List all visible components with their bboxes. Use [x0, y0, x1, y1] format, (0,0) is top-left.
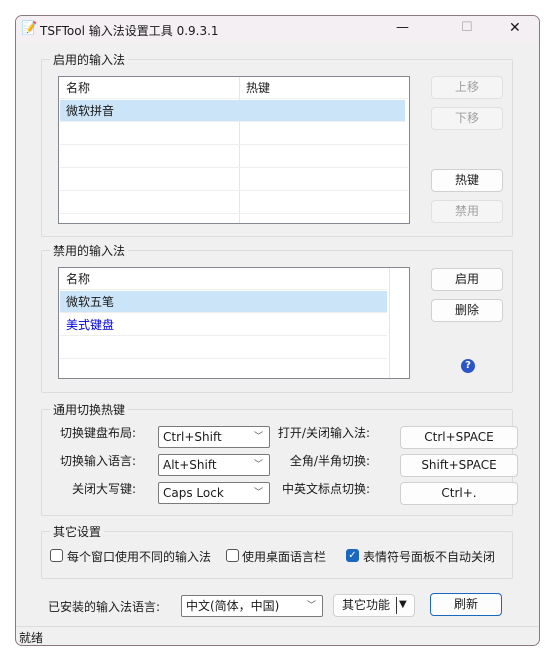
close-button[interactable]: ✕: [509, 20, 521, 36]
switch-language-select[interactable]: Alt+Shift ﹀: [158, 454, 270, 476]
switch-layout-select[interactable]: Ctrl+Shift ﹀: [158, 426, 270, 448]
emoji-panel-label[interactable]: 表情符号面板不自动关闭: [363, 548, 495, 565]
main-window: 📝 TSFTool 输入法设置工具 0.9.3.1 — ☐ ✕ 启用的输入法 名…: [15, 15, 540, 646]
other-group-legend: 其它设置: [50, 523, 105, 540]
disabled-group-legend: 禁用的输入法: [50, 242, 129, 259]
list-header: 名称: [60, 268, 387, 290]
toggle-ime-hotkey-button[interactable]: Ctrl+SPACE: [400, 426, 518, 449]
more-functions-button[interactable]: 其它功能 ▼: [333, 594, 415, 617]
punctuation-label: 中英文标点切换:: [281, 482, 370, 496]
other-settings-group: 其它设置 每个窗口使用不同的输入法 使用桌面语言栏 ✓ 表情符号面板不自动关闭: [41, 523, 513, 579]
maximize-button[interactable]: ☐: [461, 20, 473, 35]
title-bar: 📝 TSFTool 输入法设置工具 0.9.3.1 — ☐ ✕: [16, 16, 539, 43]
move-up-button[interactable]: 上移: [431, 76, 503, 99]
desktop-langbar-checkbox[interactable]: [226, 549, 239, 562]
disabled-ime-list[interactable]: 名称 微软五笔 美式键盘: [58, 267, 410, 379]
column-hotkey[interactable]: 热键: [246, 77, 270, 99]
installed-language-label: 已安装的输入法语言:: [48, 600, 161, 614]
hotkey-group-legend: 通用切换热键: [50, 401, 129, 418]
column-name[interactable]: 名称: [66, 272, 90, 286]
list-header: 名称 热键: [60, 77, 408, 99]
caps-off-label: 关闭大写键:: [71, 482, 136, 496]
installed-language-select[interactable]: 中文(简体，中国) ﹀: [181, 595, 323, 617]
help-icon[interactable]: ?: [461, 359, 475, 373]
switch-language-label: 切换输入语言:: [59, 454, 136, 468]
chevron-down-icon: ﹀: [253, 432, 263, 442]
full-half-hotkey-button[interactable]: Shift+SPACE: [400, 454, 518, 477]
enabled-ime-group: 启用的输入法 名称 热键 微软拼音 上移 下移 热键 禁用: [41, 51, 513, 237]
app-icon: 📝: [21, 21, 38, 36]
hotkey-group: 通用切换热键 切换键盘布局: Ctrl+Shift ﹀ 切换输入语言: Alt+S…: [41, 401, 518, 516]
switch-layout-label: 切换键盘布局:: [59, 426, 136, 440]
per-window-ime-label[interactable]: 每个窗口使用不同的输入法: [67, 548, 211, 565]
move-down-button[interactable]: 下移: [431, 107, 503, 130]
dropdown-arrow-icon: ▼: [396, 597, 407, 614]
list-item[interactable]: 美式键盘: [60, 314, 387, 336]
disabled-ime-group: 禁用的输入法 名称 微软五笔 美式键盘 启用 删除 ?: [41, 242, 513, 393]
punctuation-hotkey-button[interactable]: Ctrl+.: [400, 482, 518, 505]
chevron-down-icon: ﹀: [253, 460, 263, 470]
chevron-down-icon: ﹀: [306, 601, 316, 611]
window-title: TSFTool 输入法设置工具 0.9.3.1: [40, 24, 219, 38]
minimize-button[interactable]: —: [396, 20, 409, 35]
enabled-group-legend: 启用的输入法: [50, 51, 129, 68]
refresh-button[interactable]: 刷新: [430, 593, 502, 616]
per-window-ime-checkbox[interactable]: [50, 549, 63, 562]
chevron-down-icon: ﹀: [253, 488, 263, 498]
list-item[interactable]: 微软拼音: [60, 100, 405, 122]
disable-button[interactable]: 禁用: [431, 200, 503, 223]
desktop-langbar-label[interactable]: 使用桌面语言栏: [242, 548, 326, 565]
hotkey-button[interactable]: 热键: [431, 169, 503, 192]
delete-button[interactable]: 删除: [431, 299, 503, 322]
toggle-ime-label: 打开/关闭输入法:: [277, 426, 370, 440]
status-text: 就绪: [19, 631, 44, 645]
status-bar: 就绪: [16, 626, 539, 645]
enable-button[interactable]: 启用: [431, 268, 503, 291]
list-item[interactable]: 微软五笔: [60, 291, 387, 313]
enabled-ime-list[interactable]: 名称 热键 微软拼音: [58, 76, 410, 224]
emoji-panel-checkbox[interactable]: ✓: [346, 549, 359, 562]
column-name[interactable]: 名称: [66, 81, 90, 95]
full-half-label: 全角/半角切换:: [289, 454, 370, 468]
caps-off-select[interactable]: Caps Lock ﹀: [158, 482, 270, 504]
